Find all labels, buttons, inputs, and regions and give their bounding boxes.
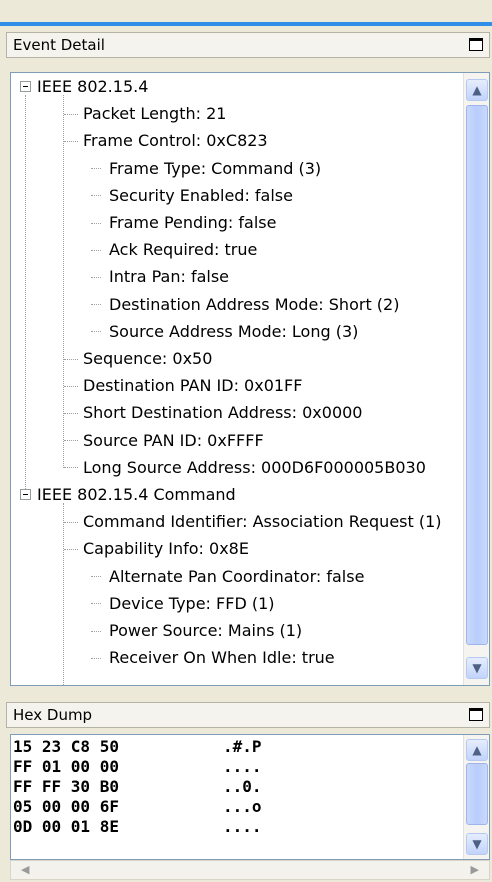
tree-node[interactable]: Intra Pan: false [107,263,231,290]
event-detail-restore-icon[interactable] [469,38,483,51]
hex-dump-header: Hex Dump [6,702,490,728]
tree-node[interactable]: Ack Required: true [107,236,259,263]
collapse-icon[interactable] [20,80,31,92]
tree-connector [64,358,78,360]
event-detail-header: Event Detail [6,32,490,58]
hex-ascii: ..0. [223,777,262,796]
tree-connector [91,222,101,224]
tree-node[interactable]: Packet Length: 21 [81,100,228,127]
tree-connector [91,331,101,333]
tree-node[interactable]: Frame Pending: false [107,209,278,236]
tree-content: IEEE 802.15.4 Packet Length: 21 Frame Cont… [11,73,463,685]
tree-connector [64,549,78,550]
tree-connector [91,630,101,632]
hex-ascii: .... [223,817,262,836]
tree-node[interactable]: Power Source: Mains (1) [107,617,304,644]
tree-connector [91,657,101,659]
hex-content: 15 23 C8 50 .#.P FF 01 00 00.... FF FF 30 B… [13,737,463,837]
tree-connector [91,277,101,278]
tree-node[interactable]: Short Destination Address: 0x0000 [81,399,364,426]
hex-row[interactable]: FF FF 30 B0 ..0. [13,777,463,797]
hex-scroll-up-icon[interactable]: ▲ [466,739,488,761]
hex-dump-restore-icon[interactable] [469,708,483,721]
hex-row[interactable]: FF 01 00 00.... [13,757,463,777]
tree-node[interactable]: Alternate Pan Coordinator: false [107,563,366,590]
tree-connector [64,467,78,469]
tree-node[interactable]: Sequence: 0x50 [81,345,214,372]
hex-ascii: ...o [223,797,262,816]
hex-row[interactable]: 15 23 C8 50 .#.P [13,737,463,757]
tree-node[interactable]: Source PAN ID: 0xFFFF [81,427,266,454]
tree-node[interactable]: Security Enabled: false [107,182,295,209]
scroll-right-icon[interactable]: ▶ [471,863,479,876]
tree-guide-line [63,95,64,468]
tree-node[interactable]: Capability Info: 0x8E [81,535,251,562]
tree-node[interactable]: Destination PAN ID: 0x01FF [81,372,304,399]
hex-row[interactable]: 05 00 00 6F ...o [13,797,463,817]
event-detail-title: Event Detail [13,36,105,54]
hex-bytes: 15 23 C8 50 [13,737,119,756]
event-detail-scrollbar[interactable]: ▲ ▼ [463,73,489,685]
tree-node[interactable]: Frame Control: 0xC823 [81,127,270,154]
tree-node[interactable]: IEEE 802.15.4 Command [35,481,238,508]
tree-node[interactable]: Device Type: FFD (1) [107,590,277,617]
hex-scroll-down-icon[interactable]: ▼ [466,833,488,855]
hex-bytes: 05 00 00 6F [13,797,119,816]
hex-dump-scrollbar[interactable]: ▲ ▼ [463,735,489,859]
tree-node[interactable]: Frame Type: Command (3) [107,155,323,182]
tree-connector [91,168,101,170]
tree-connector [64,385,78,387]
hex-dump-view: 15 23 C8 50 .#.P FF 01 00 00.... FF FF 30 B… [10,734,490,860]
tree-node[interactable]: Receiver On When Idle: true [107,644,337,671]
tree-node[interactable]: Command Identifier: Association Request … [81,508,444,535]
hex-dump-title: Hex Dump [13,706,93,724]
scroll-up-icon[interactable]: ▲ [466,79,488,101]
tree-guide-line [25,95,26,495]
tree-node[interactable]: Long Source Address: 000D6F000005B030 [81,454,428,481]
tree-connector [91,195,101,197]
top-accent-bar [0,0,492,26]
hex-ascii: .... [223,757,262,776]
event-detail-tree: IEEE 802.15.4 Packet Length: 21 Frame Cont… [10,72,490,686]
tree-guide-line [63,503,64,685]
tree-connector [91,576,101,578]
hex-bytes: 0D 00 01 8E [13,817,119,836]
hex-bytes: FF FF 30 B0 [13,777,119,796]
tree-node[interactable]: Source Address Mode: Long (3) [107,318,360,345]
tree-connector [91,603,101,605]
tree-connector [91,304,101,306]
tree-connector [64,413,78,414]
tree-connector [64,521,78,523]
hex-row[interactable]: 0D 00 01 8E.... [13,817,463,837]
hex-bytes: FF 01 00 00 [13,757,119,776]
hex-scroll-thumb[interactable] [466,763,488,825]
tree-connector [64,113,78,115]
scroll-thumb[interactable] [466,105,488,645]
hex-horizontal-scrollbar[interactable]: ◀ ▶ [10,860,490,880]
tree-connector [64,141,78,142]
tree-node[interactable]: Destination Address Mode: Short (2) [107,291,401,318]
hex-ascii: .#.P [223,737,262,756]
tree-connector [91,249,101,251]
tree-node[interactable]: IEEE 802.15.4 [35,73,150,100]
tree-connector [64,440,78,442]
collapse-icon[interactable] [20,488,31,500]
scroll-down-icon[interactable]: ▼ [466,657,488,679]
scroll-left-icon[interactable]: ◀ [21,863,29,876]
